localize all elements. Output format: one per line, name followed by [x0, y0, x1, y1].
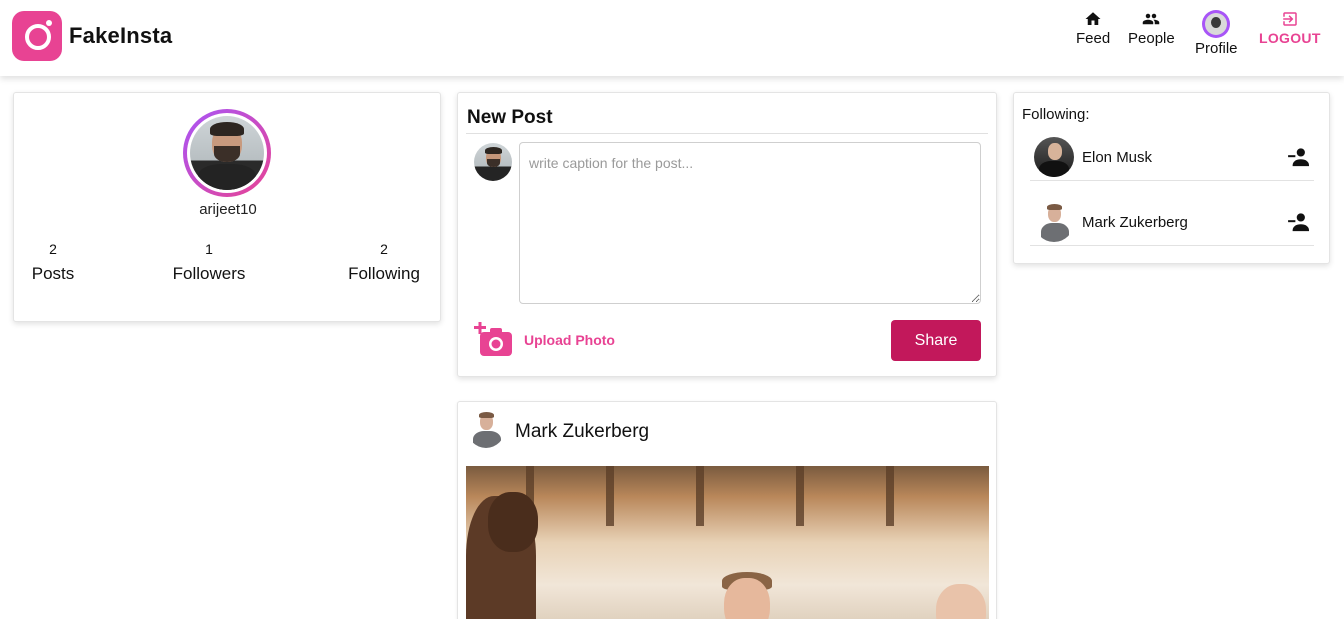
- stat-followers-label: Followers: [172, 264, 246, 283]
- brand[interactable]: FakeInsta: [12, 11, 172, 61]
- upload-photo-label: Upload Photo: [524, 332, 615, 348]
- following-item[interactable]: Mark Zukerberg: [1030, 200, 1314, 246]
- upload-photo-button[interactable]: Upload Photo: [474, 322, 615, 358]
- stat-following-value: 2: [380, 241, 388, 257]
- nav-logout-label: LOGOUT: [1259, 30, 1321, 46]
- profile-card: arijeet10 2 Posts 1 Followers 2 Followin…: [13, 92, 441, 322]
- nav-people[interactable]: People: [1128, 10, 1175, 47]
- profile-avatar: [1202, 10, 1231, 38]
- composer-avatar: [474, 143, 512, 181]
- nav-profile[interactable]: Profile: [1195, 10, 1238, 57]
- following-item[interactable]: Elon Musk: [1030, 135, 1314, 181]
- post-image[interactable]: [466, 466, 989, 619]
- new-post-title: New Post: [467, 107, 553, 128]
- stat-following[interactable]: 2 Following: [342, 241, 426, 284]
- stat-posts-value: 2: [49, 241, 57, 257]
- person-remove-icon[interactable]: [1288, 212, 1310, 232]
- add-photo-icon: [474, 322, 512, 356]
- stat-followers-value: 1: [205, 241, 213, 257]
- top-navbar: FakeInsta Feed People Profile LOGOUT: [0, 0, 1344, 76]
- person-remove-icon[interactable]: [1288, 147, 1310, 167]
- nav-feed[interactable]: Feed: [1076, 10, 1110, 47]
- instagram-logo-icon: [12, 11, 62, 61]
- following-name: Mark Zukerberg: [1082, 214, 1188, 231]
- caption-input[interactable]: [519, 142, 981, 304]
- following-avatar: [1034, 137, 1074, 177]
- stat-followers[interactable]: 1 Followers: [169, 241, 249, 284]
- people-icon: [1143, 13, 1160, 25]
- following-title: Following:: [1022, 106, 1090, 123]
- profile-avatar-large[interactable]: [183, 109, 271, 197]
- nav-logout[interactable]: LOGOUT: [1259, 10, 1321, 46]
- profile-username: arijeet10: [199, 201, 257, 218]
- feed-post: Mark Zukerberg: [457, 401, 997, 619]
- following-card: Following: Elon Musk Mark Zukerberg: [1013, 92, 1330, 264]
- home-icon: [1085, 12, 1101, 25]
- divider: [466, 133, 988, 134]
- nav-feed-label: Feed: [1076, 30, 1111, 47]
- stat-posts[interactable]: 2 Posts: [30, 241, 76, 284]
- nav-profile-label: Profile: [1195, 40, 1238, 57]
- new-post-card: New Post Upload Photo Share: [457, 92, 997, 377]
- nav-people-label: People: [1128, 30, 1175, 47]
- share-button[interactable]: Share: [891, 320, 981, 361]
- app-name: FakeInsta: [69, 23, 173, 48]
- following-avatar: [1034, 202, 1074, 242]
- stat-following-label: Following: [348, 264, 420, 283]
- following-name: Elon Musk: [1082, 149, 1153, 166]
- stat-posts-label: Posts: [31, 264, 75, 283]
- post-author-avatar[interactable]: [467, 410, 505, 448]
- logout-icon: [1283, 12, 1297, 26]
- post-author-name[interactable]: Mark Zukerberg: [515, 421, 649, 443]
